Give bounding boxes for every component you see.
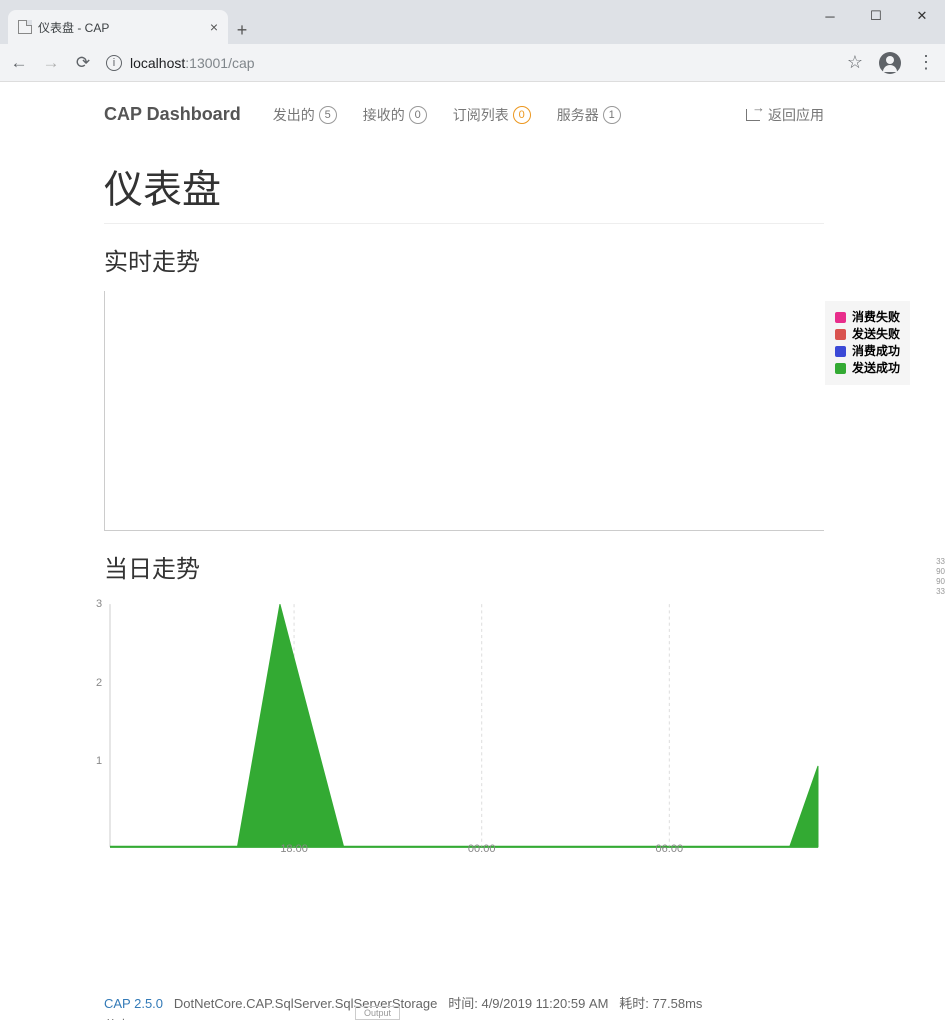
background-artifact: 33909033 xyxy=(936,557,945,597)
url-field[interactable]: i localhost:13001/cap xyxy=(106,55,833,71)
url-path: :13001/cap xyxy=(185,55,254,71)
footer-latency: 77.58ms xyxy=(653,996,703,1011)
window-controls: ─ ☐ ✕ xyxy=(807,0,945,32)
footer-version-link[interactable]: CAP 2.5.0 xyxy=(104,996,163,1011)
chart-legend: 消费失败发送失败消费成功发送成功 xyxy=(825,301,910,385)
page-title: 仪表盘 xyxy=(104,159,824,224)
forward-button[interactable]: → xyxy=(42,53,60,73)
site-info-icon[interactable]: i xyxy=(106,55,122,71)
tab-close-icon[interactable]: × xyxy=(210,19,218,35)
page-icon xyxy=(18,20,32,34)
footer-time: 4/9/2019 11:20:59 AM xyxy=(481,996,608,1011)
top-nav: CAP Dashboard 发出的 5 接收的 0 订阅列表 0 服务器 1 返… xyxy=(104,92,824,137)
nav-item-received[interactable]: 接收的 0 xyxy=(363,105,427,125)
daily-chart: 12318:0000:0006:00 xyxy=(104,598,824,853)
legend-item: 发送失败 xyxy=(835,326,900,343)
browser-tab[interactable]: 仪表盘 - CAP × xyxy=(8,10,228,44)
footer: CAP 2.5.0 DotNetCore.CAP.SqlServer.SqlSe… xyxy=(104,993,824,1020)
maximize-button[interactable]: ☐ xyxy=(853,0,899,32)
nav-item-subscribers[interactable]: 订阅列表 0 xyxy=(453,105,531,125)
background-artifact-bottom: Output xyxy=(355,1006,400,1020)
bookmark-icon[interactable]: ☆ xyxy=(847,52,863,73)
legend-item: 消费失败 xyxy=(835,309,900,326)
profile-icon[interactable] xyxy=(879,52,901,74)
legend-item: 消费成功 xyxy=(835,343,900,360)
nav-item-published[interactable]: 发出的 5 xyxy=(273,105,337,125)
nav-item-servers[interactable]: 服务器 1 xyxy=(557,105,621,125)
page-viewport: 33909033 CAP Dashboard 发出的 5 接收的 0 订阅列表 … xyxy=(0,82,945,1020)
close-window-button[interactable]: ✕ xyxy=(899,0,945,32)
browser-titlebar: 仪表盘 - CAP × + ─ ☐ ✕ xyxy=(0,0,945,44)
nav-back-to-app[interactable]: 返回应用 xyxy=(746,105,824,125)
legend-item: 发送成功 xyxy=(835,360,900,377)
exit-icon xyxy=(746,109,760,121)
minimize-button[interactable]: ─ xyxy=(807,0,853,32)
brand[interactable]: CAP Dashboard xyxy=(104,104,241,125)
address-bar: ← → ⟳ i localhost:13001/cap ☆ ⋮ xyxy=(0,44,945,82)
reload-button[interactable]: ⟳ xyxy=(74,53,92,73)
url-host: localhost xyxy=(130,55,185,71)
daily-chart-title: 当日走势 xyxy=(104,549,824,584)
realtime-chart-title: 实时走势 xyxy=(104,242,824,277)
back-button[interactable]: ← xyxy=(10,53,28,73)
new-tab-button[interactable]: + xyxy=(228,16,256,44)
tab-title: 仪表盘 - CAP xyxy=(38,19,109,36)
realtime-chart: 消费失败发送失败消费成功发送成功 xyxy=(104,291,824,531)
menu-icon[interactable]: ⋮ xyxy=(917,52,935,73)
